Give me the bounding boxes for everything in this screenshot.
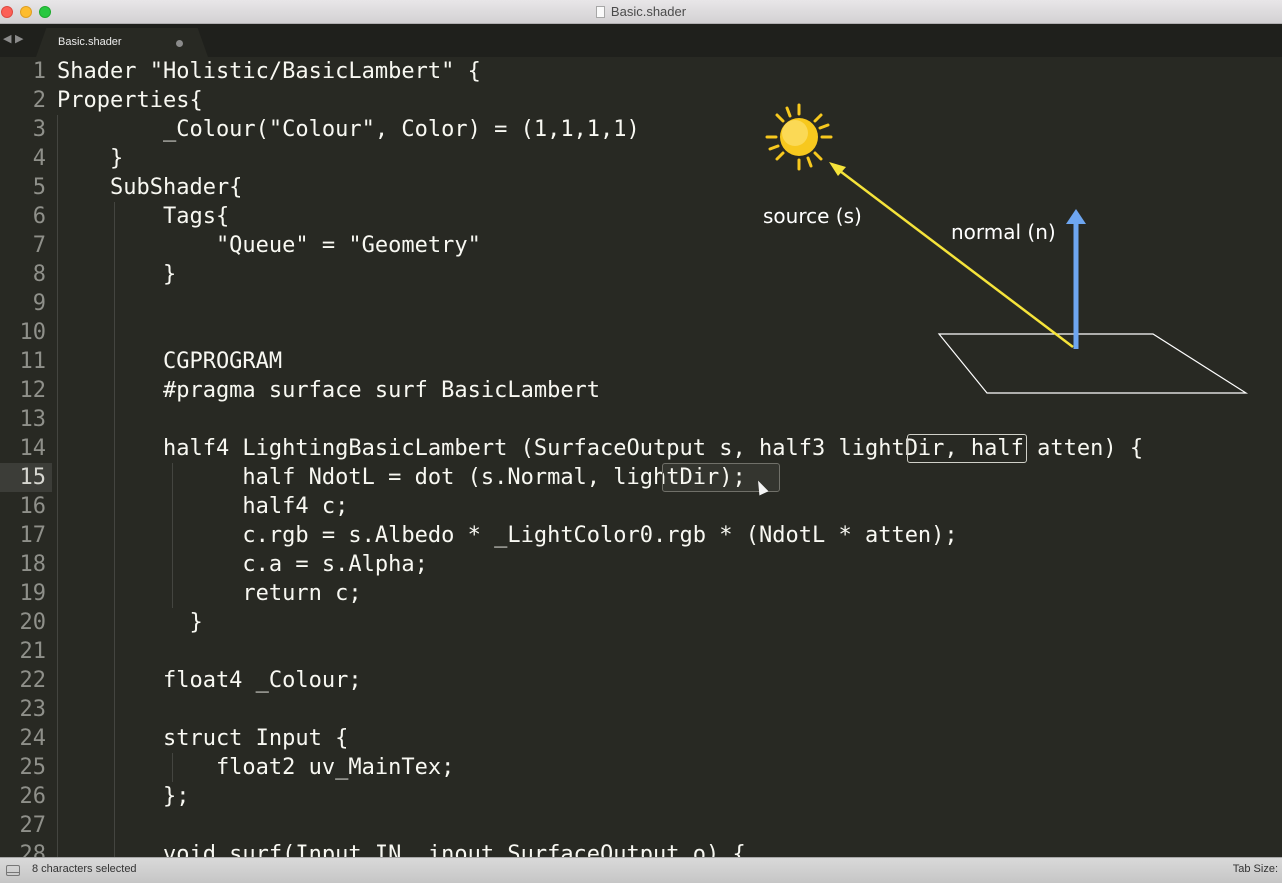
- source-label: source (s): [763, 204, 862, 228]
- status-bar: 8 characters selected Tab Size:: [0, 857, 1282, 883]
- surface-plane: [937, 333, 1249, 394]
- sun-icon: [765, 103, 833, 171]
- tab-size-menu[interactable]: Tab Size:: [1233, 863, 1278, 875]
- lighting-diagram: [765, 103, 1249, 394]
- selection-status: 8 characters selected: [32, 863, 137, 875]
- normal-arrowhead: [1066, 209, 1086, 224]
- normal-label: normal (n): [951, 220, 1056, 244]
- light-direction-ray: [835, 167, 1074, 348]
- panel-toggle-icon[interactable]: [6, 865, 20, 876]
